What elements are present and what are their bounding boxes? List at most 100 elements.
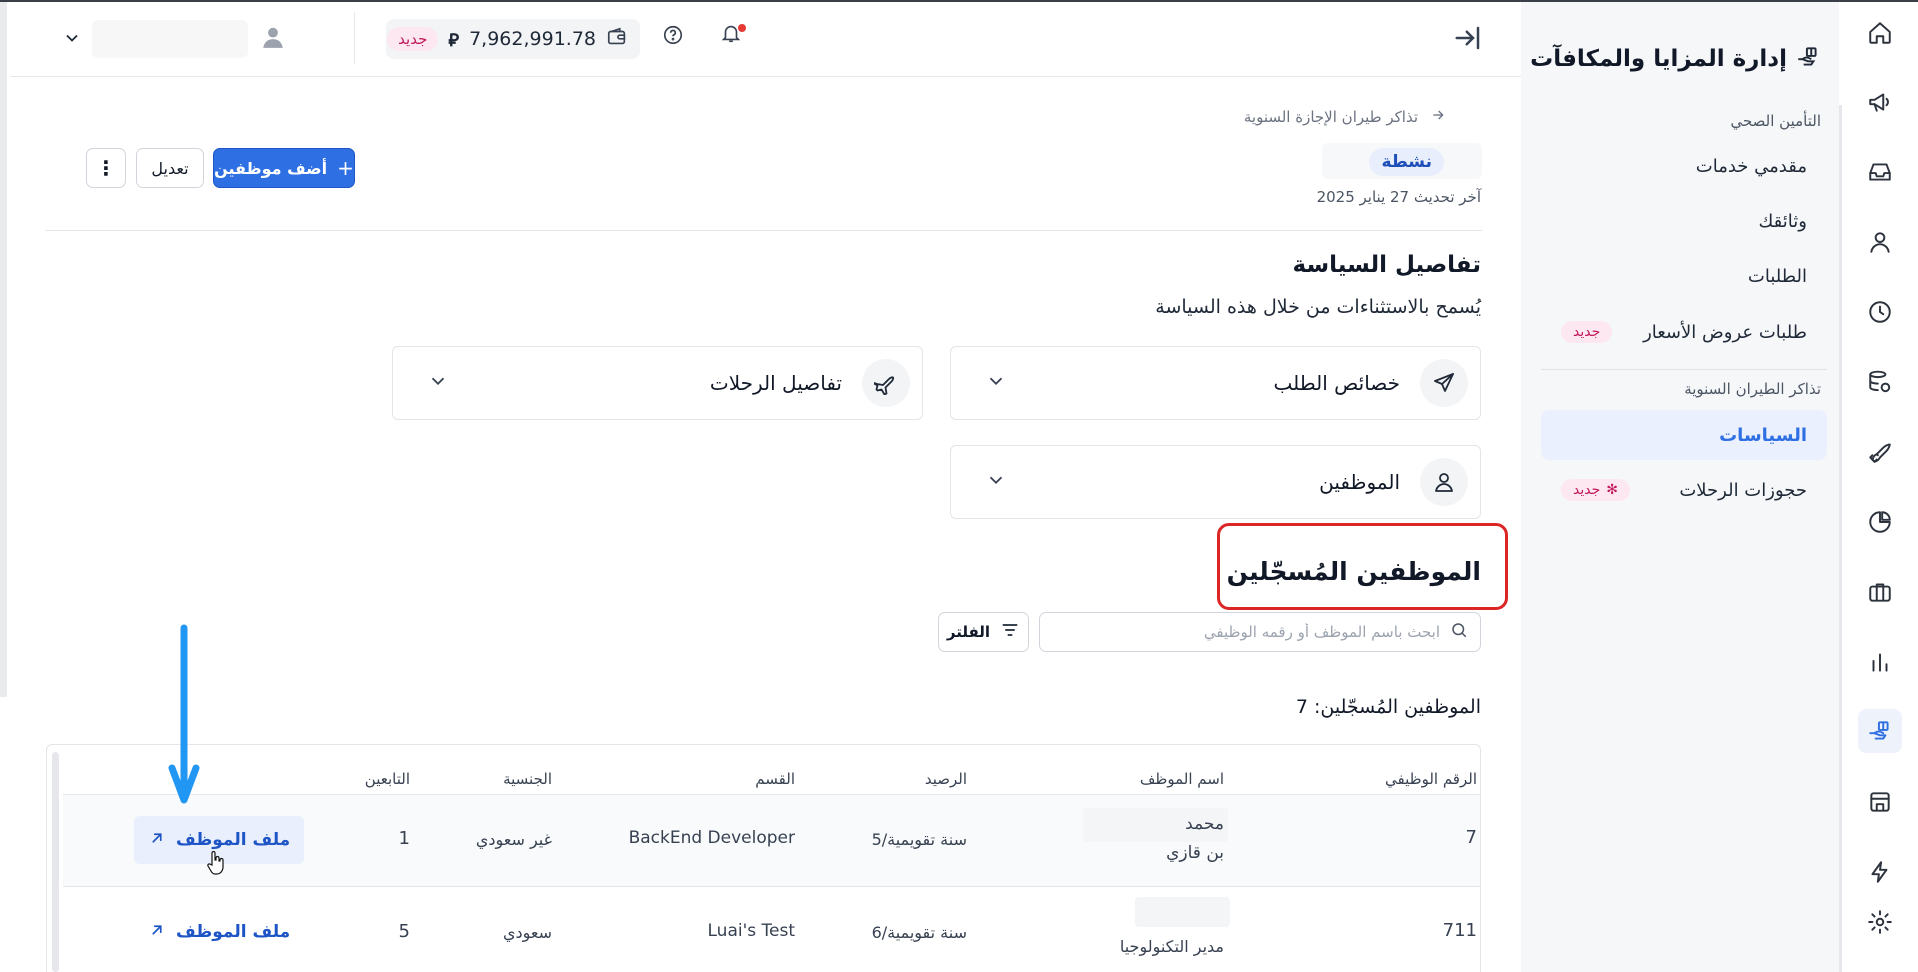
sidebar-item-label: الطلبات [1747,265,1807,287]
accordion-trip-details[interactable]: تفاصيل الرحلات [392,346,923,420]
cell-nationality: غير سعودي [475,830,552,849]
collapse-sidebar-icon[interactable] [1450,20,1486,56]
sidebar-item-requests[interactable]: الطلبات [1541,251,1827,301]
store-icon[interactable] [1858,780,1902,824]
pie-chart-icon[interactable] [1858,500,1902,544]
icon-rail [1842,2,1918,972]
wallet-balance[interactable]: 7,962,991.78 ⃁ جديد [386,19,640,59]
column-header-balance: الرصيد [924,770,967,788]
table-row-divider [63,886,1480,887]
sidebar-item-providers[interactable]: مقدمي خدمات [1541,141,1827,191]
notification-dot [738,24,746,32]
airplane-icon [862,359,910,407]
chevron-down-icon[interactable] [62,28,86,52]
filter-icon [1000,620,1020,644]
add-employees-button[interactable]: + أضف موظفين [213,148,355,188]
bolt-icon[interactable] [1858,850,1902,894]
more-options-button[interactable]: ⋮ [86,148,126,188]
cell-employee-name-line2: بن قازي [1166,843,1224,863]
accordion-employees[interactable]: الموظفين [950,445,1481,519]
accordion-label: الموظفين [1319,470,1400,494]
sidebar-item-documents[interactable]: وثائقك [1541,196,1827,246]
sidebar-header: إدارة المزايا والمكافآت [1530,44,1821,74]
search-input[interactable] [1052,623,1440,641]
riyal-symbol: ⃁ [448,29,460,51]
accordion-request-properties[interactable]: خصائص الطلب [950,346,1481,420]
table-scrollbar[interactable] [52,752,59,972]
hand-cursor-icon [207,850,224,875]
status-badge: نشطة [1369,148,1444,176]
arrow-up-right-icon [148,829,166,852]
sidebar-item-label: طلبات عروض الأسعار [1643,321,1807,343]
new-badge: جديد [1561,321,1613,343]
clock-icon[interactable] [1858,290,1902,334]
sidebar-item-label: وثائقك [1758,210,1807,232]
home-icon[interactable] [1858,11,1902,55]
help-icon[interactable] [662,24,690,52]
sidebar-item-label: مقدمي خدمات [1695,155,1807,177]
cell-employee-name-line1: محمد [1185,814,1224,834]
send-icon [1420,359,1468,407]
filter-button[interactable]: الفلتر [938,612,1029,652]
megaphone-icon[interactable] [1858,80,1902,124]
chevron-down-icon [985,370,1007,396]
accordion-label: خصائص الطلب [1273,371,1400,395]
new-badge: جديد [387,27,439,51]
sidebar-item-quotes[interactable]: طلبات عروض الأسعار جديد [1541,307,1827,357]
wallet-icon [606,26,628,52]
user-icon[interactable] [1858,220,1902,264]
column-header-id: الرقم الوظيفي [1385,770,1477,788]
gear-icon[interactable] [1858,900,1902,944]
badge-label: جديد [1573,482,1601,498]
rocket-icon[interactable] [1858,430,1902,474]
rail-scrollbar[interactable] [1839,105,1842,972]
accordion-label: تفاصيل الرحلات [709,371,842,395]
column-header-nationality: الجنسية [503,770,552,788]
employee-profile-link[interactable]: ملف الموظف [134,908,304,956]
page-divider [45,230,1482,231]
hand-gift-icon[interactable] [1858,709,1902,753]
name-redacted [1135,897,1230,927]
balance-amount: 7,962,991.78 [469,28,596,50]
sidebar-item-policies[interactable]: السياسات [1541,410,1827,460]
user-name-redacted[interactable] [92,20,248,58]
arrow-right-icon[interactable] [1430,107,1446,127]
edit-button[interactable]: تعديل [136,148,204,188]
cell-balance: 6/سنة تقويمية [871,923,967,942]
cell-dependents: 5 [398,921,410,942]
column-header-department: القسم [755,770,795,788]
cell-department: BackEnd Developer [628,828,795,848]
cell-employee-id: 7 [1465,827,1477,848]
breadcrumb[interactable]: تذاكر طيران الإجازة السنوية [1244,107,1446,127]
header-separator [354,12,355,64]
filter-label: الفلتر [946,623,991,641]
sidebar-title: إدارة المزايا والمكافآت [1530,46,1787,72]
bar-chart-icon[interactable] [1858,640,1902,684]
database-icon[interactable] [1858,360,1902,404]
cell-department: Luai's Test [707,921,796,941]
avatar[interactable] [260,24,288,52]
chevron-down-icon [427,370,449,396]
user-icon [1420,458,1468,506]
search-field[interactable] [1039,612,1481,652]
briefcase-icon[interactable] [1858,570,1902,614]
hand-gift-icon [1795,44,1821,74]
left-scroll-strip [0,2,7,697]
sidebar-group-label: التأمين الصحي [1730,112,1821,130]
annotation-arrow [168,624,200,804]
arrow-up-right-icon [148,921,166,944]
column-header-dependents: التابعين [364,770,410,788]
sparkle-icon: ✻ [1606,482,1618,498]
enrolled-count: الموظفين المُسجّلين: 7 [1295,696,1481,718]
cell-employee-name-line2: مدير التكنولوجيا [1119,937,1224,956]
sidebar: إدارة المزايا والمكافآت التأمين الصحي مق… [1521,2,1839,972]
cell-nationality: سعودي [502,923,552,942]
bell-icon[interactable] [720,22,750,52]
breadcrumb-label: تذاكر طيران الإجازة السنوية [1243,108,1418,126]
table-header-divider [63,794,1480,795]
sidebar-item-bookings[interactable]: حجوزات الرحلات جديد ✻ [1541,465,1827,515]
sidebar-item-label: السياسات [1719,424,1807,446]
cell-employee-id: 711 [1442,920,1477,941]
chevron-down-icon [985,469,1007,495]
inbox-icon[interactable] [1858,150,1902,194]
